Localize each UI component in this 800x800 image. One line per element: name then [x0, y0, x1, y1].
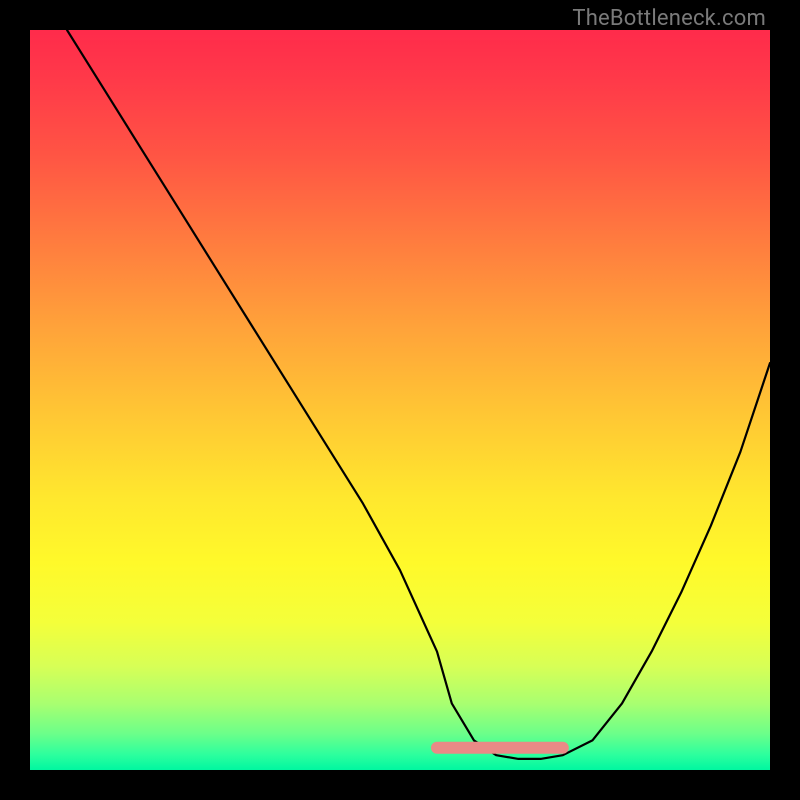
curve-layer	[30, 30, 770, 770]
watermark-text: TheBottleneck.com	[572, 6, 766, 31]
chart-frame: TheBottleneck.com	[0, 0, 800, 800]
main-curve	[67, 30, 770, 759]
plot-area	[30, 30, 770, 770]
